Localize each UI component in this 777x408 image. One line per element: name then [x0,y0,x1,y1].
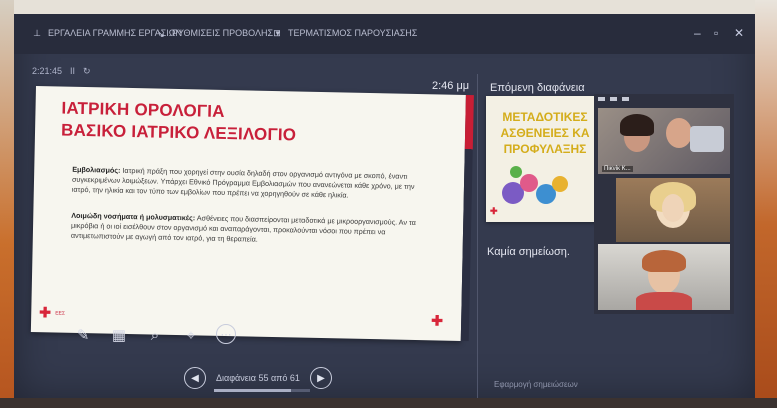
pen-tool-button[interactable]: ✎ [72,324,94,346]
paragraph-1-term: Εμβολιασμός: [72,164,121,175]
close-button[interactable]: ✕ [734,26,744,40]
slide-progress-bar [214,389,310,392]
slide-paragraph-2: Λοιμώδη νοσήματα ή μολυσματικές: Ασθένει… [71,211,432,249]
display-settings-menu[interactable]: ↘ ΡΥΘΜΙΣΕΙΣ ΠΡΟΒΟΛΗΣ ▾ [156,28,280,39]
red-cross-thumb-icon: ✚ [490,206,498,216]
slide-progress-fill [214,389,291,392]
slide-navigation: ◀ Διαφάνεια 55 από 61 ▶ [184,367,332,392]
next-slide-button[interactable]: ▶ [309,367,332,389]
panel-divider[interactable] [477,74,478,398]
end-slideshow-button[interactable]: ⊡ ΤΕΡΜΑΤΙΣΜΟΣ ΠΑΡΟΥΣΙΑΣΗΣ [272,28,417,38]
taskbar-icon: ⊥ [33,28,41,38]
participant-hair [620,114,654,136]
presenter-view-window: ⊥ ΕΡΓΑΛΕΙΑ ΓΡΑΜΜΗΣ ΕΡΓΑΣΙΩΝ ↘ ΡΥΘΜΙΣΕΙΣ … [14,14,755,398]
current-slide[interactable]: ΙΑΤΡΙΚΗ ΟΡΟΛΟΓΙΑ ΒΑΣΙΚΟ ΙΑΤΡΙΚΟ ΛΕΞΙΛΟΓΙ… [30,86,474,342]
display-settings-label: ΡΥΘΜΙΣΕΙΣ ΠΡΟΒΟΛΗΣ ▾ [172,28,281,38]
previous-slide-button[interactable]: ◀ [184,367,206,389]
next-slide-title-line2: ΑΣΘΕΝΕΙΕΣ ΚΑ [500,126,590,140]
elapsed-time: 2:21:45 [32,66,63,76]
chevron-right-icon: ▶ [317,372,325,384]
participant-name: Πικνίκ Κ... [602,166,633,172]
laptop-in-video [690,126,724,152]
participant-hair [642,250,686,272]
magnifier-icon: ⌕ [150,326,160,344]
video-control-icon[interactable] [622,97,629,101]
slide-counter: Διαφάνεια 55 από 61 [216,373,300,383]
current-time: 2:46 μμ [432,80,470,92]
next-slide-preview[interactable]: ΜΕΤΑΔΟΤΙΚΕΣ ΑΣΘΕΝΕΙΕΣ ΚΑ ΠΡΟΦΥΛΑΞΗΣ ✚ [486,96,604,222]
participant-tile-2[interactable] [616,178,730,242]
pointer-icon: ⌖ [186,326,196,344]
grid-icon: ▦ [111,327,127,344]
video-control-icon[interactable] [610,97,617,101]
more-options-button[interactable]: ⋯ [216,324,236,344]
video-window-controls [598,97,629,107]
next-slide-title-line1: ΜΕΤΑΔΟΤΙΚΕΣ [502,110,588,124]
reset-timer-button[interactable]: ↻ [83,66,91,77]
slide-paragraph-1: Εμβολιασμός: Ιατρική πράξη που χορηγεί σ… [72,165,433,203]
maximize-button[interactable]: ▫ [714,26,718,40]
slide-toolbar: ✎ ▦ ⌕ ⌖ ⋯ [72,324,236,346]
pause-timer-button[interactable]: II [70,66,75,77]
slide-title-line2: ΒΑΣΙΚΟ ΙΑΤΡΙΚΟ ΛΕΞΙΛΟΓΙΟ [60,120,297,145]
participant-clothing [636,292,692,310]
laptop-bezel-bottom [0,398,777,408]
red-cross-logo-icon: ✚ [39,304,52,321]
background-wall-right [755,0,777,408]
slide-title-line1: ΙΑΤΡΙΚΗ ΟΡΟΛΟΓΙΑ [61,98,225,121]
chevron-left-icon: ◀ [191,372,199,384]
display-settings-icon: ↘ [157,28,165,39]
participant-face [666,118,692,148]
laptop-bezel-top [0,0,777,14]
red-cross-logo-text: ΕΕΣ [55,310,66,317]
title-bar: ⊥ ΕΡΓΑΛΕΙΑ ΓΡΑΜΜΗΣ ΕΡΓΑΣΙΩΝ ↘ ΡΥΘΜΙΣΕΙΣ … [14,14,755,54]
speaker-notes[interactable]: Καμία σημείωση. [487,246,570,258]
background-wall-left [0,0,14,408]
participant-face [662,194,684,222]
more-icon: ⋯ [220,328,232,341]
see-all-slides-button[interactable]: ▦ [108,324,130,346]
video-call-window[interactable]: Πικνίκ Κ... [594,94,734,314]
next-slide-heading: Επόμενη διαφάνεια [490,82,585,94]
next-slide-title-line3: ΠΡΟΦΥΛΑΞΗΣ [503,142,587,156]
red-cross-corner-icon: ✚ [431,312,444,329]
slide-side-stripe [460,95,474,342]
paragraph-1-text: Ιατρική πράξη που χορηγεί στην ουσία δηλ… [71,165,415,200]
video-control-icon[interactable] [598,97,605,101]
end-slideshow-label: ΤΕΡΜΑΤΙΣΜΟΣ ΠΑΡΟΥΣΙΑΣΗΣ [288,28,418,38]
notes-footer: Εφαρμογή σημειώσεων [494,380,578,389]
participant-tile-1[interactable]: Πικνίκ Κ... [598,108,730,174]
zoom-button[interactable]: ⌕ [144,324,166,346]
pointer-button[interactable]: ⌖ [180,324,202,346]
pen-icon: ✎ [76,327,90,344]
participant-tile-3[interactable] [598,244,730,310]
end-show-icon: ⊡ [273,28,281,38]
presentation-timer: 2:21:45 II ↻ [32,66,91,77]
minimize-button[interactable]: – [694,26,701,40]
